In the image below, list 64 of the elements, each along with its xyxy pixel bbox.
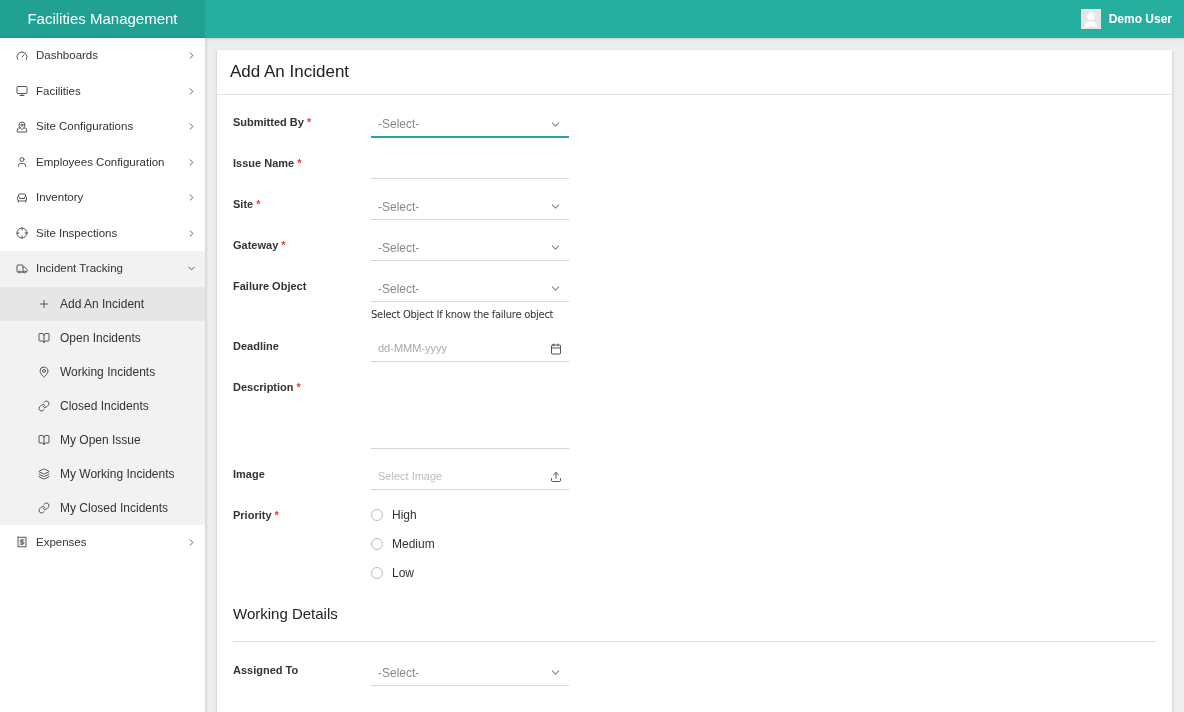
sidebar-item[interactable]: Facilities bbox=[0, 73, 205, 109]
submenu-item[interactable]: Closed Incidents bbox=[0, 388, 205, 423]
field-label: Site * bbox=[233, 197, 262, 212]
field-label: Issue Name * bbox=[233, 156, 303, 171]
field-label: Description * bbox=[233, 380, 302, 395]
form-title: Add An Incident bbox=[230, 61, 350, 84]
menu-icon bbox=[38, 399, 50, 412]
field-label: Submitted By * bbox=[233, 115, 313, 130]
required-mark: * bbox=[274, 509, 279, 521]
select-field[interactable]: -Select- bbox=[371, 276, 569, 302]
menu-icon bbox=[16, 85, 28, 98]
menu-icon bbox=[38, 331, 50, 344]
radio-label: Low bbox=[392, 565, 414, 582]
submenu-item[interactable]: Open Incidents bbox=[0, 320, 205, 355]
menu-icon bbox=[16, 262, 28, 275]
sidebar-item[interactable]: Site Inspections bbox=[0, 215, 205, 251]
required-mark: * bbox=[297, 157, 302, 169]
submenu-item[interactable]: Add An Incident bbox=[0, 286, 205, 321]
field-label: Assigned To bbox=[233, 663, 300, 678]
radio-button[interactable] bbox=[371, 509, 383, 521]
upload-icon bbox=[550, 470, 562, 483]
select-field[interactable]: -Select- bbox=[371, 235, 569, 261]
menu-icon bbox=[16, 120, 28, 133]
select-field[interactable]: -Select- bbox=[371, 194, 569, 220]
required-mark: * bbox=[256, 198, 261, 210]
field-label: Deadline bbox=[233, 339, 280, 354]
required-mark: * bbox=[306, 116, 312, 128]
field-label: Image bbox=[233, 467, 266, 482]
submenu-item[interactable]: My Closed Incidents bbox=[0, 490, 205, 525]
radio-label: Medium bbox=[392, 536, 435, 553]
radio-button[interactable] bbox=[371, 567, 383, 579]
radio-button[interactable] bbox=[371, 538, 383, 550]
sidebar-item[interactable]: Employees Configuration bbox=[0, 144, 205, 180]
sidebar-item[interactable]: Incident Tracking bbox=[0, 251, 205, 287]
required-mark: * bbox=[296, 381, 301, 393]
field-label: Failure Object bbox=[233, 279, 308, 294]
menu-icon bbox=[16, 191, 28, 204]
select-field[interactable]: -Select- bbox=[371, 112, 569, 138]
menu-icon bbox=[38, 433, 50, 446]
menu-icon bbox=[38, 365, 50, 378]
menu-icon bbox=[38, 467, 50, 480]
app-title: Facilities Management bbox=[0, 0, 205, 38]
required-mark: * bbox=[281, 239, 286, 251]
avatar-icon bbox=[1080, 9, 1101, 29]
menu-icon bbox=[38, 297, 50, 310]
menu-icon bbox=[16, 49, 28, 62]
menu-icon bbox=[16, 227, 28, 240]
select-field[interactable]: -Select- bbox=[371, 660, 569, 686]
menu-icon bbox=[16, 156, 28, 169]
submenu-item[interactable]: Working Incidents bbox=[0, 354, 205, 389]
sidebar-item[interactable]: Inventory bbox=[0, 180, 205, 216]
sidebar-item[interactable]: Expenses bbox=[0, 524, 205, 560]
field-hint: Select Object If know the failure object bbox=[371, 308, 555, 322]
radio-label: High bbox=[392, 507, 417, 524]
sidebar-item[interactable]: Dashboards bbox=[0, 38, 205, 74]
calendar-icon bbox=[550, 342, 562, 355]
sidebar-item[interactable]: Site Configurations bbox=[0, 109, 205, 145]
submenu-item[interactable]: My Open Issue bbox=[0, 422, 205, 457]
field-label: Gateway * bbox=[233, 238, 287, 253]
menu-icon bbox=[16, 536, 28, 549]
section-title: Working Details bbox=[233, 605, 338, 622]
menu-icon bbox=[38, 501, 50, 514]
submenu-item[interactable]: My Working Incidents bbox=[0, 456, 205, 491]
field-label: Priority * bbox=[233, 508, 280, 523]
